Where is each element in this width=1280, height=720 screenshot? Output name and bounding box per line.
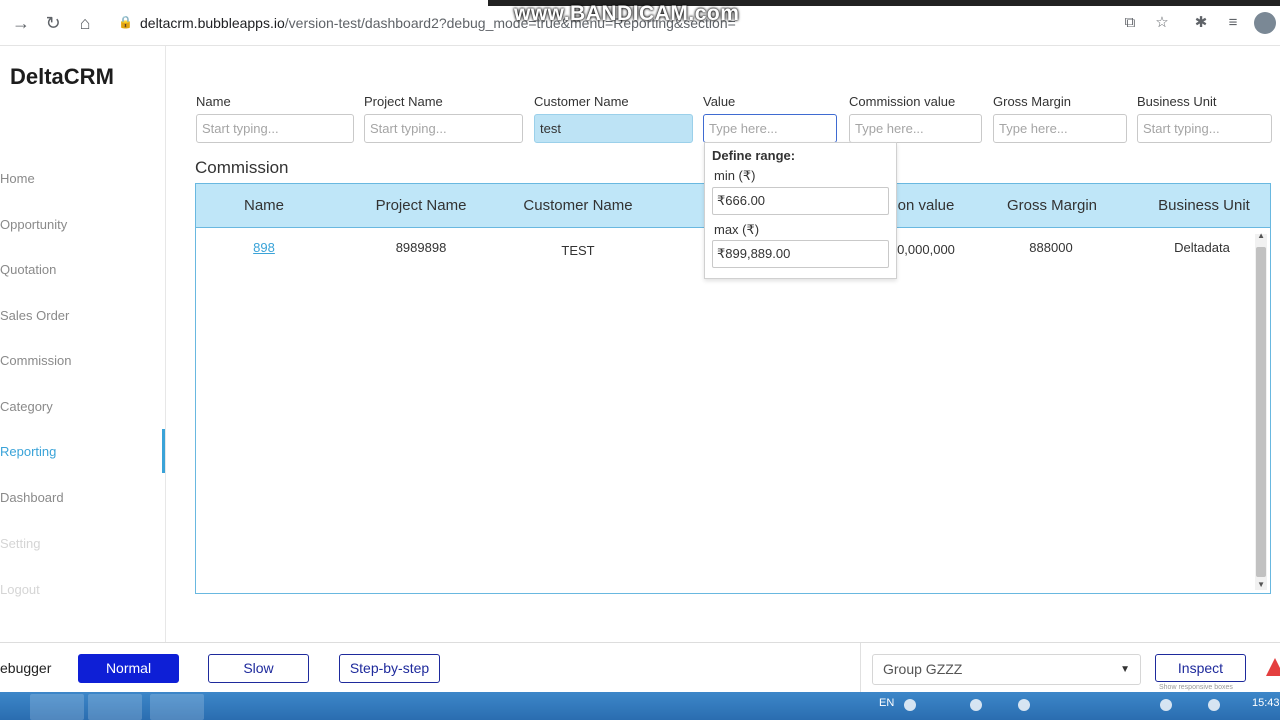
file-explorer-icon[interactable] (30, 694, 84, 720)
lock-icon: 🔒 (118, 15, 133, 29)
range-popup-title: Define range: (712, 148, 796, 163)
scroll-down-icon[interactable]: ▼ (1257, 580, 1265, 589)
sidebar-item-opportunity[interactable]: Opportunity (0, 217, 67, 232)
project-name-filter-input[interactable] (364, 114, 523, 143)
translate-icon[interactable]: ⧉ (1120, 13, 1140, 33)
brand-logo: DeltaCRM (10, 64, 114, 89)
element-select[interactable]: Group GZZZ ▼ (872, 654, 1141, 685)
reading-list-icon[interactable]: ≡ (1223, 13, 1243, 33)
active-indicator (162, 429, 165, 473)
language-indicator[interactable]: EN (879, 697, 894, 709)
sidebar: DeltaCRM Home Opportunity Quotation Sale… (0, 46, 166, 642)
forward-icon[interactable]: → (10, 12, 32, 34)
telegram-icon[interactable] (150, 694, 204, 720)
profile-avatar[interactable] (1254, 12, 1276, 34)
check-icon[interactable] (970, 699, 982, 711)
help-icon[interactable] (904, 699, 916, 711)
star-icon[interactable]: ☆ (1152, 13, 1172, 33)
filter-label: Customer Name (534, 94, 629, 109)
sidebar-item-dashboard[interactable]: Dashboard (0, 490, 64, 505)
filter-label: Commission value (849, 94, 956, 109)
column-header-customer-name[interactable]: Customer Name (523, 197, 632, 214)
chevron-down-icon: ▼ (1120, 664, 1130, 675)
debugger-label: ebugger (0, 660, 52, 676)
scroll-up-icon[interactable]: ▲ (1257, 231, 1265, 240)
column-header-project-name[interactable]: Project Name (376, 197, 467, 214)
normal-mode-button[interactable]: Normal (78, 654, 179, 683)
debugger-bar: ebugger Normal Slow Step-by-step Group G… (0, 642, 1280, 693)
row-project-name: 8989898 (395, 240, 447, 255)
main-content: Name Project Name Customer Name Value Co… (166, 46, 1280, 642)
customer-name-filter-input[interactable] (534, 114, 693, 143)
os-taskbar: EN 15:43 (0, 692, 1280, 720)
row-name-link[interactable]: 898 (253, 240, 275, 255)
filter-label: Business Unit (1137, 94, 1217, 109)
filter-name: Name (196, 94, 354, 143)
table-scroll-thumb[interactable] (1256, 247, 1266, 577)
filter-project-name: Project Name (364, 94, 523, 143)
filter-business-unit: Business Unit (1137, 94, 1272, 143)
filter-gross-margin: Gross Margin (993, 94, 1127, 143)
column-header-commission-value[interactable]: on value (898, 197, 955, 214)
gross-margin-filter-input[interactable] (993, 114, 1127, 143)
row-commission-value: 0,000,000 (897, 242, 955, 257)
min-range-input[interactable] (712, 187, 889, 215)
home-icon[interactable]: ⌂ (74, 12, 96, 34)
sidebar-item-sales-order[interactable]: Sales Order (0, 308, 69, 323)
commission-value-filter-input[interactable] (849, 114, 982, 143)
reload-icon[interactable]: ↻ (42, 12, 64, 34)
chrome-icon[interactable] (88, 694, 142, 720)
debugger-divider (860, 643, 861, 693)
slow-mode-button[interactable]: Slow (208, 654, 309, 683)
max-label: max (₹) (714, 222, 760, 237)
extensions-icon[interactable]: ✱ (1191, 13, 1211, 33)
min-label: min (₹) (714, 168, 756, 183)
step-by-step-button[interactable]: Step-by-step (339, 654, 440, 683)
business-unit-filter-input[interactable] (1137, 114, 1272, 143)
filter-label: Value (703, 94, 736, 109)
filter-label: Name (196, 94, 231, 109)
column-header-name[interactable]: Name (244, 197, 284, 214)
row-business-unit: Deltadata (1174, 240, 1230, 255)
name-filter-input[interactable] (196, 114, 354, 143)
sidebar-item-setting[interactable]: Setting (0, 536, 40, 551)
row-gross-margin: 888000 (1029, 240, 1073, 255)
record-icon[interactable] (1018, 699, 1030, 711)
element-select-value: Group GZZZ (883, 661, 963, 677)
column-header-business-unit[interactable]: Business Unit (1158, 197, 1250, 214)
row-customer-name: TEST (561, 243, 595, 258)
sidebar-item-commission[interactable]: Commission (0, 353, 72, 368)
filter-label: Gross Margin (993, 94, 1072, 109)
filter-commission-value: Commission value (849, 94, 982, 143)
opera-icon[interactable] (1160, 699, 1172, 711)
browser-toolbar: → ↻ ⌂ 🔒 deltacrm.bubbleapps.io/version-t… (0, 0, 1280, 46)
clock-time[interactable]: 15:43 (1252, 697, 1280, 709)
column-header-gross-margin[interactable]: Gross Margin (1007, 197, 1097, 214)
bubble-logo-icon (1266, 658, 1280, 676)
sidebar-item-reporting[interactable]: Reporting (0, 444, 56, 459)
filter-customer-name: Customer Name (534, 94, 693, 143)
value-filter-input[interactable] (703, 114, 837, 143)
inspect-button[interactable]: Inspect (1155, 654, 1246, 682)
section-title: Commission (195, 158, 289, 177)
sidebar-item-quotation[interactable]: Quotation (0, 262, 56, 277)
url-host: deltacrm.bubbleapps.io (140, 15, 285, 31)
show-responsive-boxes-link[interactable]: Show responsive boxes (1159, 684, 1233, 691)
network-icon[interactable] (1208, 699, 1220, 711)
sidebar-item-category[interactable]: Category (0, 399, 53, 414)
value-range-popup: Define range: min (₹) max (₹) (704, 142, 897, 279)
filter-label: Project Name (364, 94, 443, 109)
max-range-input[interactable] (712, 240, 889, 268)
recorder-watermark: www.BANDICAM.com (514, 2, 740, 25)
filter-value: Value (703, 94, 837, 143)
sidebar-item-home[interactable]: Home (0, 171, 35, 186)
sidebar-item-logout[interactable]: Logout (0, 582, 40, 597)
